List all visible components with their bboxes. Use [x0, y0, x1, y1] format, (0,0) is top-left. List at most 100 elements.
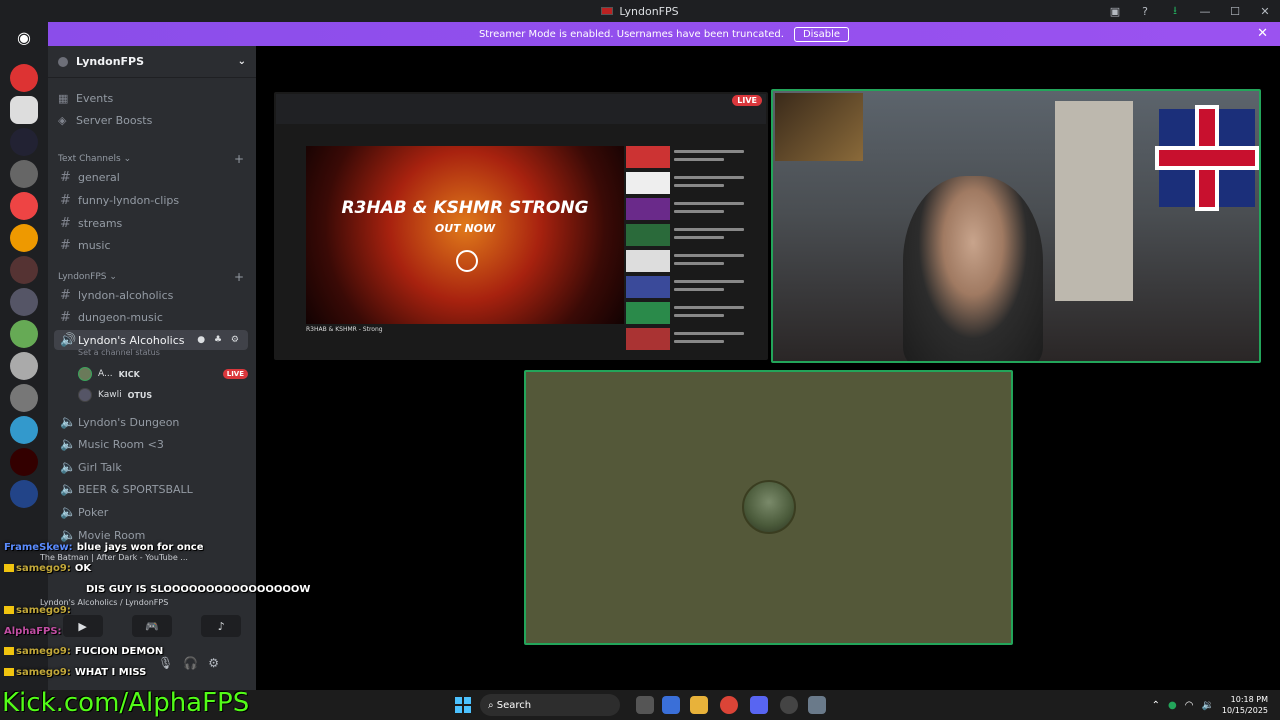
minimize-icon[interactable]: — [1190, 5, 1220, 18]
server-icon[interactable] [10, 96, 38, 124]
category-text-channels[interactable]: Text Channels ⌄ + [58, 152, 244, 166]
server-icon[interactable] [10, 384, 38, 412]
chrome-icon[interactable] [720, 696, 738, 714]
video-caption: R3HAB & KSHMR - Strong [306, 326, 383, 333]
screen-share-tile[interactable]: LIVE R3HAB & KSHMR STRONG OUT NOW R3HAB … [274, 92, 768, 360]
voice-channel-label: Lyndon's Dungeon [78, 415, 180, 429]
chat-user: samego9: [16, 563, 71, 574]
channel-label: general [78, 170, 120, 184]
task-view-icon[interactable] [636, 696, 654, 714]
otus-tag: OTUS [127, 390, 153, 400]
chevron-down-icon: ⌄ [237, 56, 246, 67]
disable-streamer-button[interactable]: Disable [793, 26, 850, 42]
server-icon[interactable] [10, 160, 38, 188]
category-lyndonfps[interactable]: LyndonFPS ⌄ + [58, 270, 244, 284]
background-door [1055, 101, 1133, 301]
streamer-mode-banner: Streamer Mode is enabled. Usernames have… [48, 22, 1280, 46]
channel-label: dungeon-music [78, 310, 163, 324]
voice-channel-label: Poker [78, 505, 109, 519]
server-icon[interactable] [10, 192, 38, 220]
boost-icon: ◈ [58, 113, 67, 127]
wifi-icon[interactable]: ◠ [1185, 700, 1194, 711]
voice-channel[interactable]: 🔈 Lyndon's Dungeon [54, 412, 248, 432]
app-flag-icon [601, 7, 614, 15]
taskbar-search[interactable]: ⌕ Search [480, 694, 620, 716]
chat-user: samego9: [16, 605, 71, 616]
voice-participant-tile[interactable] [524, 370, 1013, 645]
channel-status[interactable]: Set a channel status [78, 348, 160, 357]
uk-flag [1159, 109, 1255, 207]
add-channel-icon[interactable]: + [234, 152, 244, 166]
server-boosts-link[interactable]: ◈ Server Boosts [58, 110, 152, 130]
voice-channel[interactable]: 🔈 Girl Talk [54, 457, 248, 477]
voice-channel[interactable]: 🔈 BEER & SPORTSBALL [54, 479, 248, 499]
server-icon[interactable] [10, 128, 38, 156]
channel-streams[interactable]: # streams [54, 213, 248, 233]
window-titlebar: LyndonFPS ▣ ? ⭳ — ☐ ✕ [0, 0, 1280, 22]
channel-lyndon-alcoholics[interactable]: # lyndon-alcoholics [54, 285, 248, 305]
volume-icon[interactable]: 🔉 [1201, 700, 1213, 711]
download-icon[interactable]: ⭳ [1160, 2, 1190, 21]
channel-dungeon-music[interactable]: # dungeon-music [54, 307, 248, 327]
voice-user[interactable]: A... KICK LIVE [78, 364, 248, 384]
server-icon[interactable] [10, 64, 38, 92]
server-icon[interactable] [10, 416, 38, 444]
server-icon[interactable] [10, 352, 38, 380]
chat-text: OK [74, 563, 92, 574]
server-icon[interactable] [10, 448, 38, 476]
video-subtitle: OUT NOW [434, 222, 496, 235]
chat-text: blue jays won for once [76, 542, 204, 553]
server-header[interactable]: LyndonFPS ⌄ [48, 46, 256, 78]
voice-user[interactable]: Kawli OTUS [78, 385, 248, 405]
events-label: Events [76, 91, 114, 105]
obs-icon[interactable] [780, 696, 798, 714]
webcam-tile[interactable] [771, 89, 1261, 363]
discord-taskbar-icon[interactable] [750, 696, 768, 714]
chat-message: samego9: FUCION DEMON [4, 646, 163, 657]
chat-text: DIS GUY IS SLOOOOOOOOOOOOOOOOW [86, 584, 311, 595]
chat-message: FrameSkew: blue jays won for once [4, 542, 204, 553]
speaker-icon: 🔈 [60, 459, 77, 475]
add-channel-icon[interactable]: + [234, 270, 244, 284]
server-icon[interactable] [10, 480, 38, 508]
voice-channel-active[interactable]: 🔊 Lyndon's Alcoholics ● ♣ ⚙ [54, 330, 248, 350]
system-tray: ⌃ ● ◠ 🔉 10:18 PM 10/15/2025 [1152, 690, 1280, 720]
channel-general[interactable]: # general [54, 167, 248, 187]
server-icon[interactable] [10, 320, 38, 348]
video-player[interactable]: R3HAB & KSHMR STRONG OUT NOW [306, 146, 624, 324]
file-explorer-icon[interactable] [690, 696, 708, 714]
server-name: LyndonFPS [76, 55, 145, 68]
hash-icon: # [60, 169, 71, 185]
voice-channel-label: Music Room <3 [78, 437, 164, 451]
window-title: LyndonFPS [619, 4, 679, 18]
help-icon[interactable]: ? [1130, 5, 1160, 18]
events-link[interactable]: ▦ Events [58, 88, 113, 108]
chat-message: samego9: [4, 605, 75, 616]
boosts-label: Server Boosts [76, 113, 153, 127]
store-icon[interactable] [662, 696, 680, 714]
calendar-icon: ▦ [58, 91, 69, 105]
settings-app-icon[interactable] [808, 696, 826, 714]
maximize-icon[interactable]: ☐ [1220, 5, 1250, 18]
status-dot-icon[interactable]: ● [1168, 700, 1177, 711]
inbox-icon[interactable]: ▣ [1100, 5, 1130, 18]
speaker-icon: 🔈 [60, 481, 77, 497]
voice-channel[interactable]: 🔈 Music Room <3 [54, 434, 248, 454]
discord-home-icon[interactable]: ◉ [12, 28, 36, 48]
chevron-up-icon[interactable]: ⌃ [1152, 700, 1160, 711]
close-window-icon[interactable]: ✕ [1250, 5, 1280, 18]
windows-start-icon[interactable] [455, 697, 471, 713]
chat-message: samego9: OK [4, 563, 91, 574]
close-banner-icon[interactable]: ✕ [1257, 26, 1268, 41]
server-icon[interactable] [10, 288, 38, 316]
chat-user: samego9: [16, 667, 71, 678]
hash-icon: # [60, 237, 71, 253]
server-icon[interactable] [10, 224, 38, 252]
channel-music[interactable]: # music [54, 235, 248, 255]
server-icon[interactable] [10, 256, 38, 284]
channel-tools[interactable]: ● ♣ ⚙ [197, 335, 242, 345]
voice-channel[interactable]: 🔈 Poker [54, 502, 248, 522]
clock[interactable]: 10:18 PM 10/15/2025 [1222, 694, 1268, 716]
channel-funny-lyndon-clips[interactable]: # funny-lyndon-clips [54, 190, 248, 210]
category-label: LyndonFPS [58, 272, 107, 282]
